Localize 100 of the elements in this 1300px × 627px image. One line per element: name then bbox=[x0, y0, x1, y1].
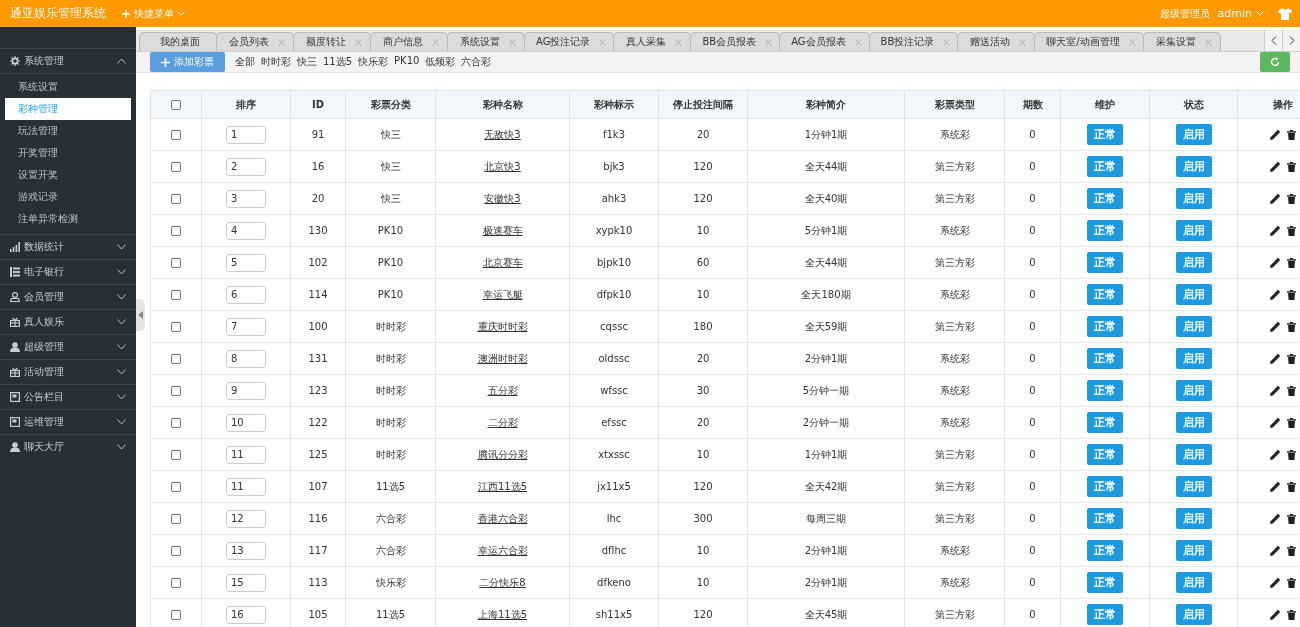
pencil-icon[interactable] bbox=[1269, 385, 1281, 397]
row-checkbox[interactable] bbox=[171, 514, 181, 524]
row-checkbox[interactable] bbox=[171, 450, 181, 460]
lottery-name-link[interactable]: 无敌快3 bbox=[484, 128, 521, 140]
trash-icon[interactable] bbox=[1286, 129, 1296, 140]
row-checkbox[interactable] bbox=[171, 290, 181, 300]
pencil-icon[interactable] bbox=[1269, 513, 1281, 525]
tab[interactable]: 采集设置 bbox=[1142, 32, 1221, 51]
order-input[interactable]: 2 bbox=[226, 157, 266, 176]
lottery-name-link[interactable]: 五分彩 bbox=[487, 384, 518, 396]
pencil-icon[interactable] bbox=[1269, 257, 1281, 269]
order-input[interactable]: 11 bbox=[226, 477, 266, 496]
trash-icon[interactable] bbox=[1286, 609, 1296, 620]
filter-link[interactable]: PK10 bbox=[394, 55, 420, 69]
trash-icon[interactable] bbox=[1286, 449, 1296, 460]
pencil-icon[interactable] bbox=[1269, 321, 1281, 333]
filter-link[interactable]: 低频彩 bbox=[425, 55, 456, 69]
sidebar-subitem[interactable]: 玩法管理 bbox=[0, 120, 126, 142]
tab[interactable]: AG会员报表 bbox=[779, 32, 870, 51]
row-checkbox[interactable] bbox=[171, 610, 181, 620]
sidebar-subitem[interactable]: 系统设置 bbox=[0, 76, 126, 98]
trash-icon[interactable] bbox=[1286, 289, 1296, 300]
tab-scroll-right-button[interactable] bbox=[1282, 30, 1300, 51]
trash-icon[interactable] bbox=[1286, 193, 1296, 204]
lottery-name-link[interactable]: 香港六合彩 bbox=[477, 512, 528, 524]
trash-icon[interactable] bbox=[1286, 385, 1296, 396]
pencil-icon[interactable] bbox=[1269, 193, 1281, 205]
tab[interactable]: 会员列表 bbox=[216, 32, 294, 51]
trash-icon[interactable] bbox=[1286, 481, 1296, 492]
sidebar-subitem[interactable]: 注单异常检测 bbox=[0, 208, 126, 230]
lottery-name-link[interactable]: 安徽快3 bbox=[484, 192, 521, 204]
lottery-name-link[interactable]: 腾讯分分彩 bbox=[477, 448, 528, 460]
order-input[interactable]: 16 bbox=[226, 605, 266, 624]
pencil-icon[interactable] bbox=[1269, 161, 1281, 173]
tab[interactable]: AG投注记录 bbox=[524, 32, 615, 51]
tab[interactable]: BB投注记录 bbox=[868, 32, 959, 51]
lottery-name-link[interactable]: 二分快乐8 bbox=[479, 576, 526, 588]
trash-icon[interactable] bbox=[1286, 545, 1296, 556]
order-input[interactable]: 12 bbox=[226, 509, 266, 528]
tab-scroll-left-button[interactable] bbox=[1264, 30, 1282, 51]
row-checkbox[interactable] bbox=[171, 162, 181, 172]
tab[interactable]: 系统设置 bbox=[447, 32, 525, 51]
order-input[interactable]: 6 bbox=[226, 285, 266, 304]
tab[interactable]: 聊天室/动画管理 bbox=[1034, 32, 1144, 51]
order-input[interactable]: 11 bbox=[226, 445, 266, 464]
order-input[interactable]: 5 bbox=[226, 253, 266, 272]
order-input[interactable]: 10 bbox=[226, 413, 266, 432]
sidebar-subitem[interactable]: 开奖管理 bbox=[0, 142, 126, 164]
row-checkbox[interactable] bbox=[171, 322, 181, 332]
order-input[interactable]: 7 bbox=[226, 317, 266, 336]
pencil-icon[interactable] bbox=[1269, 449, 1281, 461]
tab[interactable]: 我的桌面 bbox=[139, 32, 217, 51]
lottery-name-link[interactable]: 北京快3 bbox=[484, 160, 521, 172]
trash-icon[interactable] bbox=[1286, 417, 1296, 428]
row-checkbox[interactable] bbox=[171, 354, 181, 364]
pencil-icon[interactable] bbox=[1269, 481, 1281, 493]
lottery-name-link[interactable]: 二分彩 bbox=[487, 416, 518, 428]
lottery-name-link[interactable]: 上海11选5 bbox=[477, 608, 528, 620]
order-input[interactable]: 8 bbox=[226, 349, 266, 368]
trash-icon[interactable] bbox=[1286, 257, 1296, 268]
row-checkbox[interactable] bbox=[171, 386, 181, 396]
pencil-icon[interactable] bbox=[1269, 417, 1281, 429]
row-checkbox[interactable] bbox=[171, 418, 181, 428]
row-checkbox[interactable] bbox=[171, 226, 181, 236]
tab[interactable]: 真人采集 bbox=[613, 32, 692, 51]
lottery-name-link[interactable]: 幸运飞艇 bbox=[482, 288, 523, 300]
tab[interactable]: BB会员报表 bbox=[690, 32, 781, 51]
tab[interactable]: 额度转让 bbox=[293, 32, 371, 51]
filter-link[interactable]: 快乐彩 bbox=[358, 55, 389, 69]
pencil-icon[interactable] bbox=[1269, 353, 1281, 365]
lottery-name-link[interactable]: 幸运六合彩 bbox=[477, 544, 528, 556]
pencil-icon[interactable] bbox=[1269, 289, 1281, 301]
lottery-name-link[interactable]: 北京赛车 bbox=[482, 256, 523, 268]
row-checkbox[interactable] bbox=[171, 482, 181, 492]
filter-link[interactable]: 全部 bbox=[235, 55, 255, 69]
filter-link[interactable]: 快三 bbox=[297, 55, 317, 69]
select-all-checkbox[interactable] bbox=[171, 100, 181, 110]
row-checkbox[interactable] bbox=[171, 258, 181, 268]
sidebar-collapse-handle[interactable] bbox=[136, 299, 145, 331]
sidebar-subitem[interactable]: 游戏记录 bbox=[0, 186, 126, 208]
tab[interactable]: 商户信息 bbox=[370, 32, 448, 51]
trash-icon[interactable] bbox=[1286, 225, 1296, 236]
order-input[interactable]: 13 bbox=[226, 541, 266, 560]
row-checkbox[interactable] bbox=[171, 578, 181, 588]
tab[interactable]: 赠送活动 bbox=[957, 32, 1036, 51]
sidebar-subitem[interactable]: 设置开奖 bbox=[0, 164, 126, 186]
row-checkbox[interactable] bbox=[171, 130, 181, 140]
filter-link[interactable]: 六合彩 bbox=[461, 55, 492, 69]
lottery-name-link[interactable]: 重庆时时彩 bbox=[477, 320, 528, 332]
trash-icon[interactable] bbox=[1286, 321, 1296, 332]
lottery-name-link[interactable]: 江西11选5 bbox=[477, 480, 528, 492]
pencil-icon[interactable] bbox=[1269, 225, 1281, 237]
trash-icon[interactable] bbox=[1286, 161, 1296, 172]
pencil-icon[interactable] bbox=[1269, 609, 1281, 621]
order-input[interactable]: 15 bbox=[226, 573, 266, 592]
pencil-icon[interactable] bbox=[1269, 545, 1281, 557]
row-checkbox[interactable] bbox=[171, 194, 181, 204]
trash-icon[interactable] bbox=[1286, 577, 1296, 588]
filter-link[interactable]: 11选5 bbox=[323, 55, 353, 69]
order-input[interactable]: 9 bbox=[226, 381, 266, 400]
